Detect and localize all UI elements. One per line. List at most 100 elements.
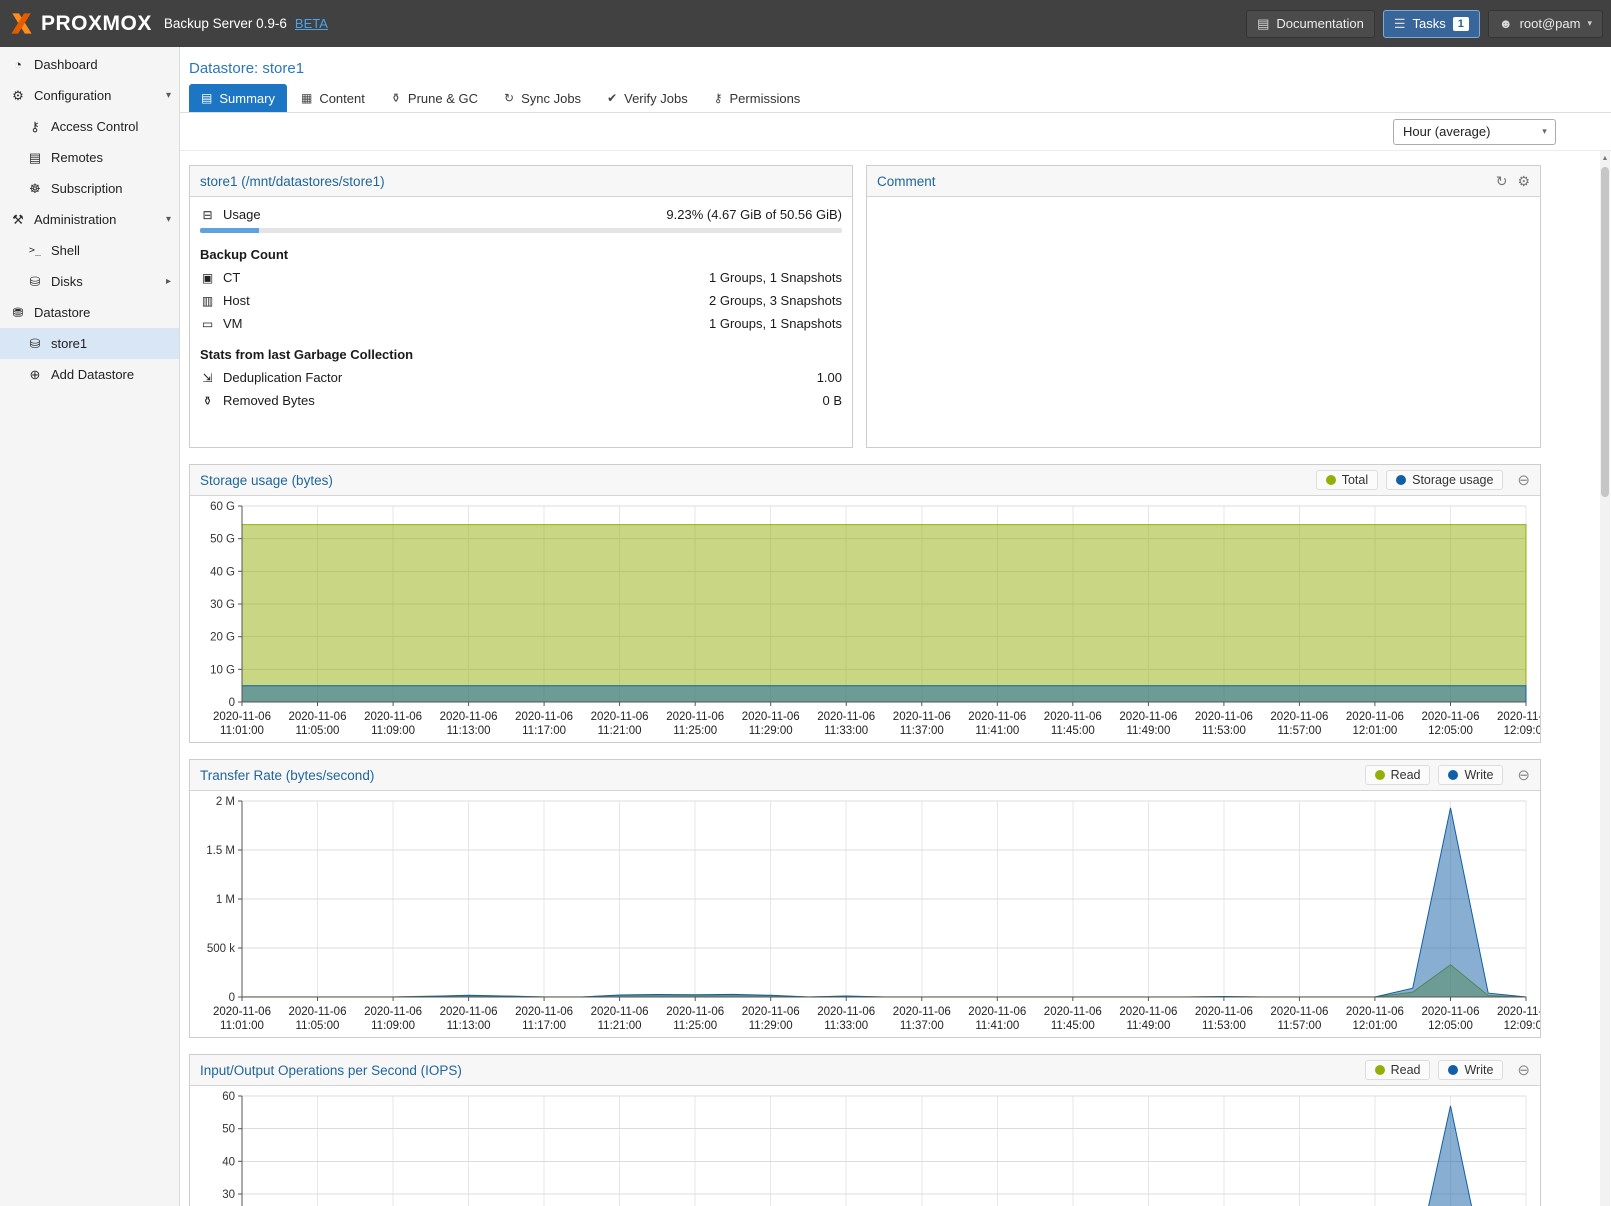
gear-icon[interactable]: ⚙ [1517,173,1530,190]
legend-total[interactable]: Total [1316,470,1378,490]
sidebar-item-access-control[interactable]: ⚷ Access Control [0,111,179,142]
legend-dot [1375,770,1385,780]
tab-summary[interactable]: ▤ Summary [189,84,287,112]
reload-icon[interactable]: ↻ [1496,173,1508,190]
key-icon: ⚷ [714,91,723,105]
svg-text:11:33:00: 11:33:00 [824,1020,868,1032]
comment-body[interactable] [867,197,1540,203]
svg-text:1 M: 1 M [216,894,235,906]
sidebar-item-subscription[interactable]: ☸ Subscription [0,173,179,204]
svg-text:10 G: 10 G [210,664,235,676]
tab-verify-jobs[interactable]: ✔ Verify Jobs [595,84,700,112]
tab-label: Prune & GC [408,91,478,106]
legend-label: Read [1391,768,1421,782]
expand-arrow-icon[interactable]: ▸ [166,276,171,287]
svg-text:11:01:00: 11:01:00 [220,1020,264,1032]
collapse-icon[interactable]: ⊖ [1517,471,1530,489]
svg-text:60 G: 60 G [210,501,235,513]
svg-text:11:49:00: 11:49:00 [1126,725,1170,737]
chart-title: Storage usage (bytes) [200,473,333,488]
sidebar-item-datastore[interactable]: ⛃ Datastore [0,297,179,328]
sidebar-item-disks[interactable]: ⛁ Disks ▸ [0,266,179,297]
svg-text:11:41:00: 11:41:00 [975,1020,1019,1032]
disks-icon: ⛁ [27,274,43,290]
legend-storage-usage[interactable]: Storage usage [1386,470,1503,490]
removed-label: Removed Bytes [223,393,315,408]
period-select[interactable]: Hour (average) ▾ [1393,119,1556,145]
collapse-icon[interactable]: ⊖ [1517,1061,1530,1079]
tab-permissions[interactable]: ⚷ Permissions [702,84,813,112]
legend-read[interactable]: Read [1365,1060,1431,1080]
tab-content[interactable]: ▦ Content [289,84,377,112]
tab-sync-jobs[interactable]: ↻ Sync Jobs [492,84,593,112]
svg-text:11:13:00: 11:13:00 [447,1020,491,1032]
tasks-label: Tasks [1413,16,1446,31]
host-row: ▥ Host 2 Groups, 3 Snapshots [190,289,852,312]
sidebar-item-label: Dashboard [34,57,98,72]
tab-prune-gc[interactable]: ⚱ Prune & GC [379,84,490,112]
svg-text:2020-11-06: 2020-11-06 [289,711,347,723]
legend-write[interactable]: Write [1438,765,1503,785]
svg-text:11:37:00: 11:37:00 [900,1020,944,1032]
svg-text:2020-11-06: 2020-11-06 [1422,711,1480,723]
check-circle-icon: ✔ [607,91,617,105]
svg-text:2020-11-06: 2020-11-06 [968,1006,1026,1018]
chart-legend: Read Write [1365,765,1504,785]
tab-label: Summary [219,91,275,106]
documentation-button[interactable]: ▤ Documentation [1246,10,1375,38]
database-icon: ⛃ [10,305,26,321]
svg-text:11:41:00: 11:41:00 [975,725,1019,737]
legend-dot [1396,475,1406,485]
svg-text:2020-11-06: 2020-11-06 [742,1006,800,1018]
period-value: Hour (average) [1403,124,1490,139]
panel-header: Transfer Rate (bytes/second) Read Write … [190,760,1540,791]
terminal-icon: >_ [27,245,43,256]
collapse-icon[interactable]: ⊖ [1517,766,1530,784]
book-icon: ▤ [1257,16,1269,32]
gear-icon: ⚙ [10,88,26,104]
legend-write[interactable]: Write [1438,1060,1503,1080]
svg-text:11:29:00: 11:29:00 [749,725,793,737]
svg-text:2020-11-06: 2020-11-06 [213,711,271,723]
user-menu-button[interactable]: ☻ root@pam ▾ [1488,10,1603,38]
tabbar: ▤ Summary ▦ Content ⚱ Prune & GC ↻ Sync … [180,84,1611,113]
ct-value: 1 Groups, 1 Snapshots [709,270,842,285]
add-icon: ⊕ [27,367,43,383]
svg-text:60: 60 [222,1091,235,1103]
sidebar-item-dashboard[interactable]: ◔ Dashboard [0,49,179,80]
scroll-thumb[interactable] [1601,167,1609,497]
panel-header: Input/Output Operations per Second (IOPS… [190,1055,1540,1086]
user-label: root@pam [1520,16,1581,31]
legend-read[interactable]: Read [1365,765,1431,785]
svg-text:11:17:00: 11:17:00 [522,1020,566,1032]
scroll-up-icon[interactable]: ▲ [1600,151,1610,165]
collapse-arrow-icon[interactable]: ▾ [166,214,171,225]
sidebar: ◔ Dashboard ⚙ Configuration ▾ ⚷ Access C… [0,47,180,1206]
svg-text:11:29:00: 11:29:00 [749,1020,793,1032]
gc-heading: Stats from last Garbage Collection [190,335,852,366]
sidebar-item-remotes[interactable]: ▤ Remotes [0,142,179,173]
collapse-arrow-icon[interactable]: ▾ [166,90,171,101]
svg-text:30 G: 30 G [210,599,235,611]
user-icon: ☻ [1499,16,1513,31]
svg-text:12:05:00: 12:05:00 [1428,1020,1473,1032]
compress-icon: ⇲ [200,371,215,385]
svg-text:2020-11-06: 2020-11-06 [213,1006,271,1018]
svg-text:2020-11-06: 2020-11-06 [1044,711,1102,723]
sidebar-item-administration[interactable]: ⚒ Administration ▾ [0,204,179,235]
svg-text:11:21:00: 11:21:00 [598,1020,642,1032]
sidebar-item-configuration[interactable]: ⚙ Configuration ▾ [0,80,179,111]
sidebar-item-shell[interactable]: >_ Shell [0,235,179,266]
scrollbar[interactable]: ▲ [1600,151,1610,1206]
panel-title: Comment [877,174,936,189]
tasks-button[interactable]: ☰ Tasks 1 [1383,10,1480,38]
svg-text:2020-11-06: 2020-11-06 [1497,1006,1540,1018]
sidebar-item-label: Administration [34,212,116,227]
svg-text:2020-11-06: 2020-11-06 [893,711,951,723]
svg-text:12:01:00: 12:01:00 [1353,725,1398,737]
vm-label: VM [223,316,243,331]
sidebar-item-store1[interactable]: ⛁ store1 [0,328,179,359]
beta-link[interactable]: BETA [295,16,328,31]
sidebar-item-add-datastore[interactable]: ⊕ Add Datastore [0,359,179,390]
svg-text:2020-11-06: 2020-11-06 [1422,1006,1480,1018]
